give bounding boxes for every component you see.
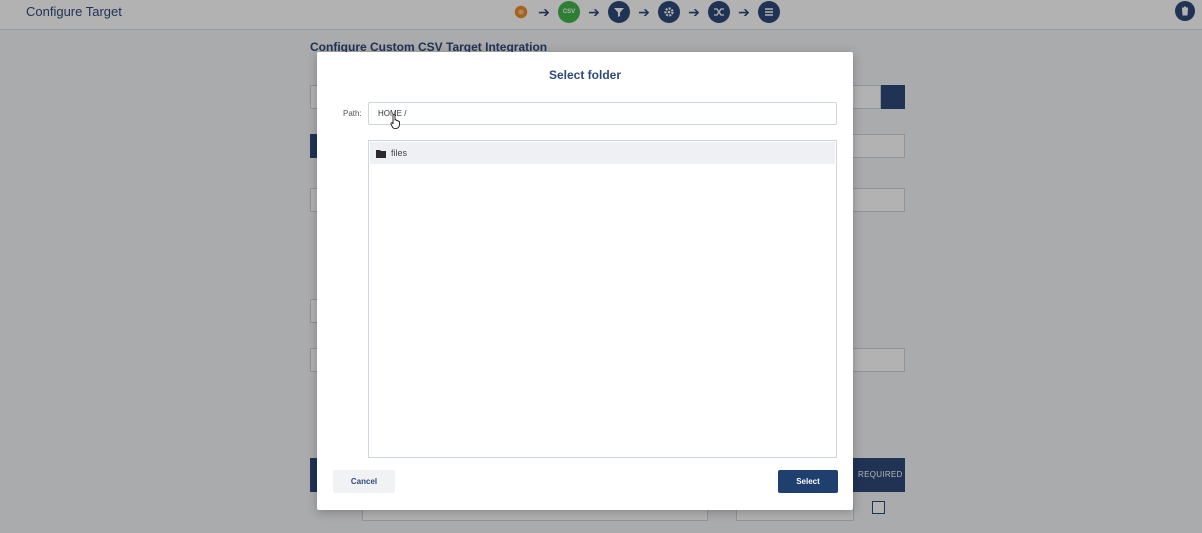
select-button[interactable]: Select bbox=[778, 470, 838, 493]
cancel-button[interactable]: Cancel bbox=[333, 470, 395, 493]
folder-icon bbox=[376, 149, 386, 158]
path-input[interactable] bbox=[368, 102, 837, 125]
folder-item-files[interactable]: files bbox=[370, 142, 835, 164]
dialog-title: Select folder bbox=[548, 68, 622, 82]
folder-list: files bbox=[368, 140, 837, 458]
select-folder-dialog: Select folder Path: files Cancel Select bbox=[317, 52, 853, 510]
folder-name: files bbox=[391, 148, 408, 158]
hand-cursor-icon bbox=[390, 114, 400, 129]
path-label: Path: bbox=[343, 109, 362, 118]
